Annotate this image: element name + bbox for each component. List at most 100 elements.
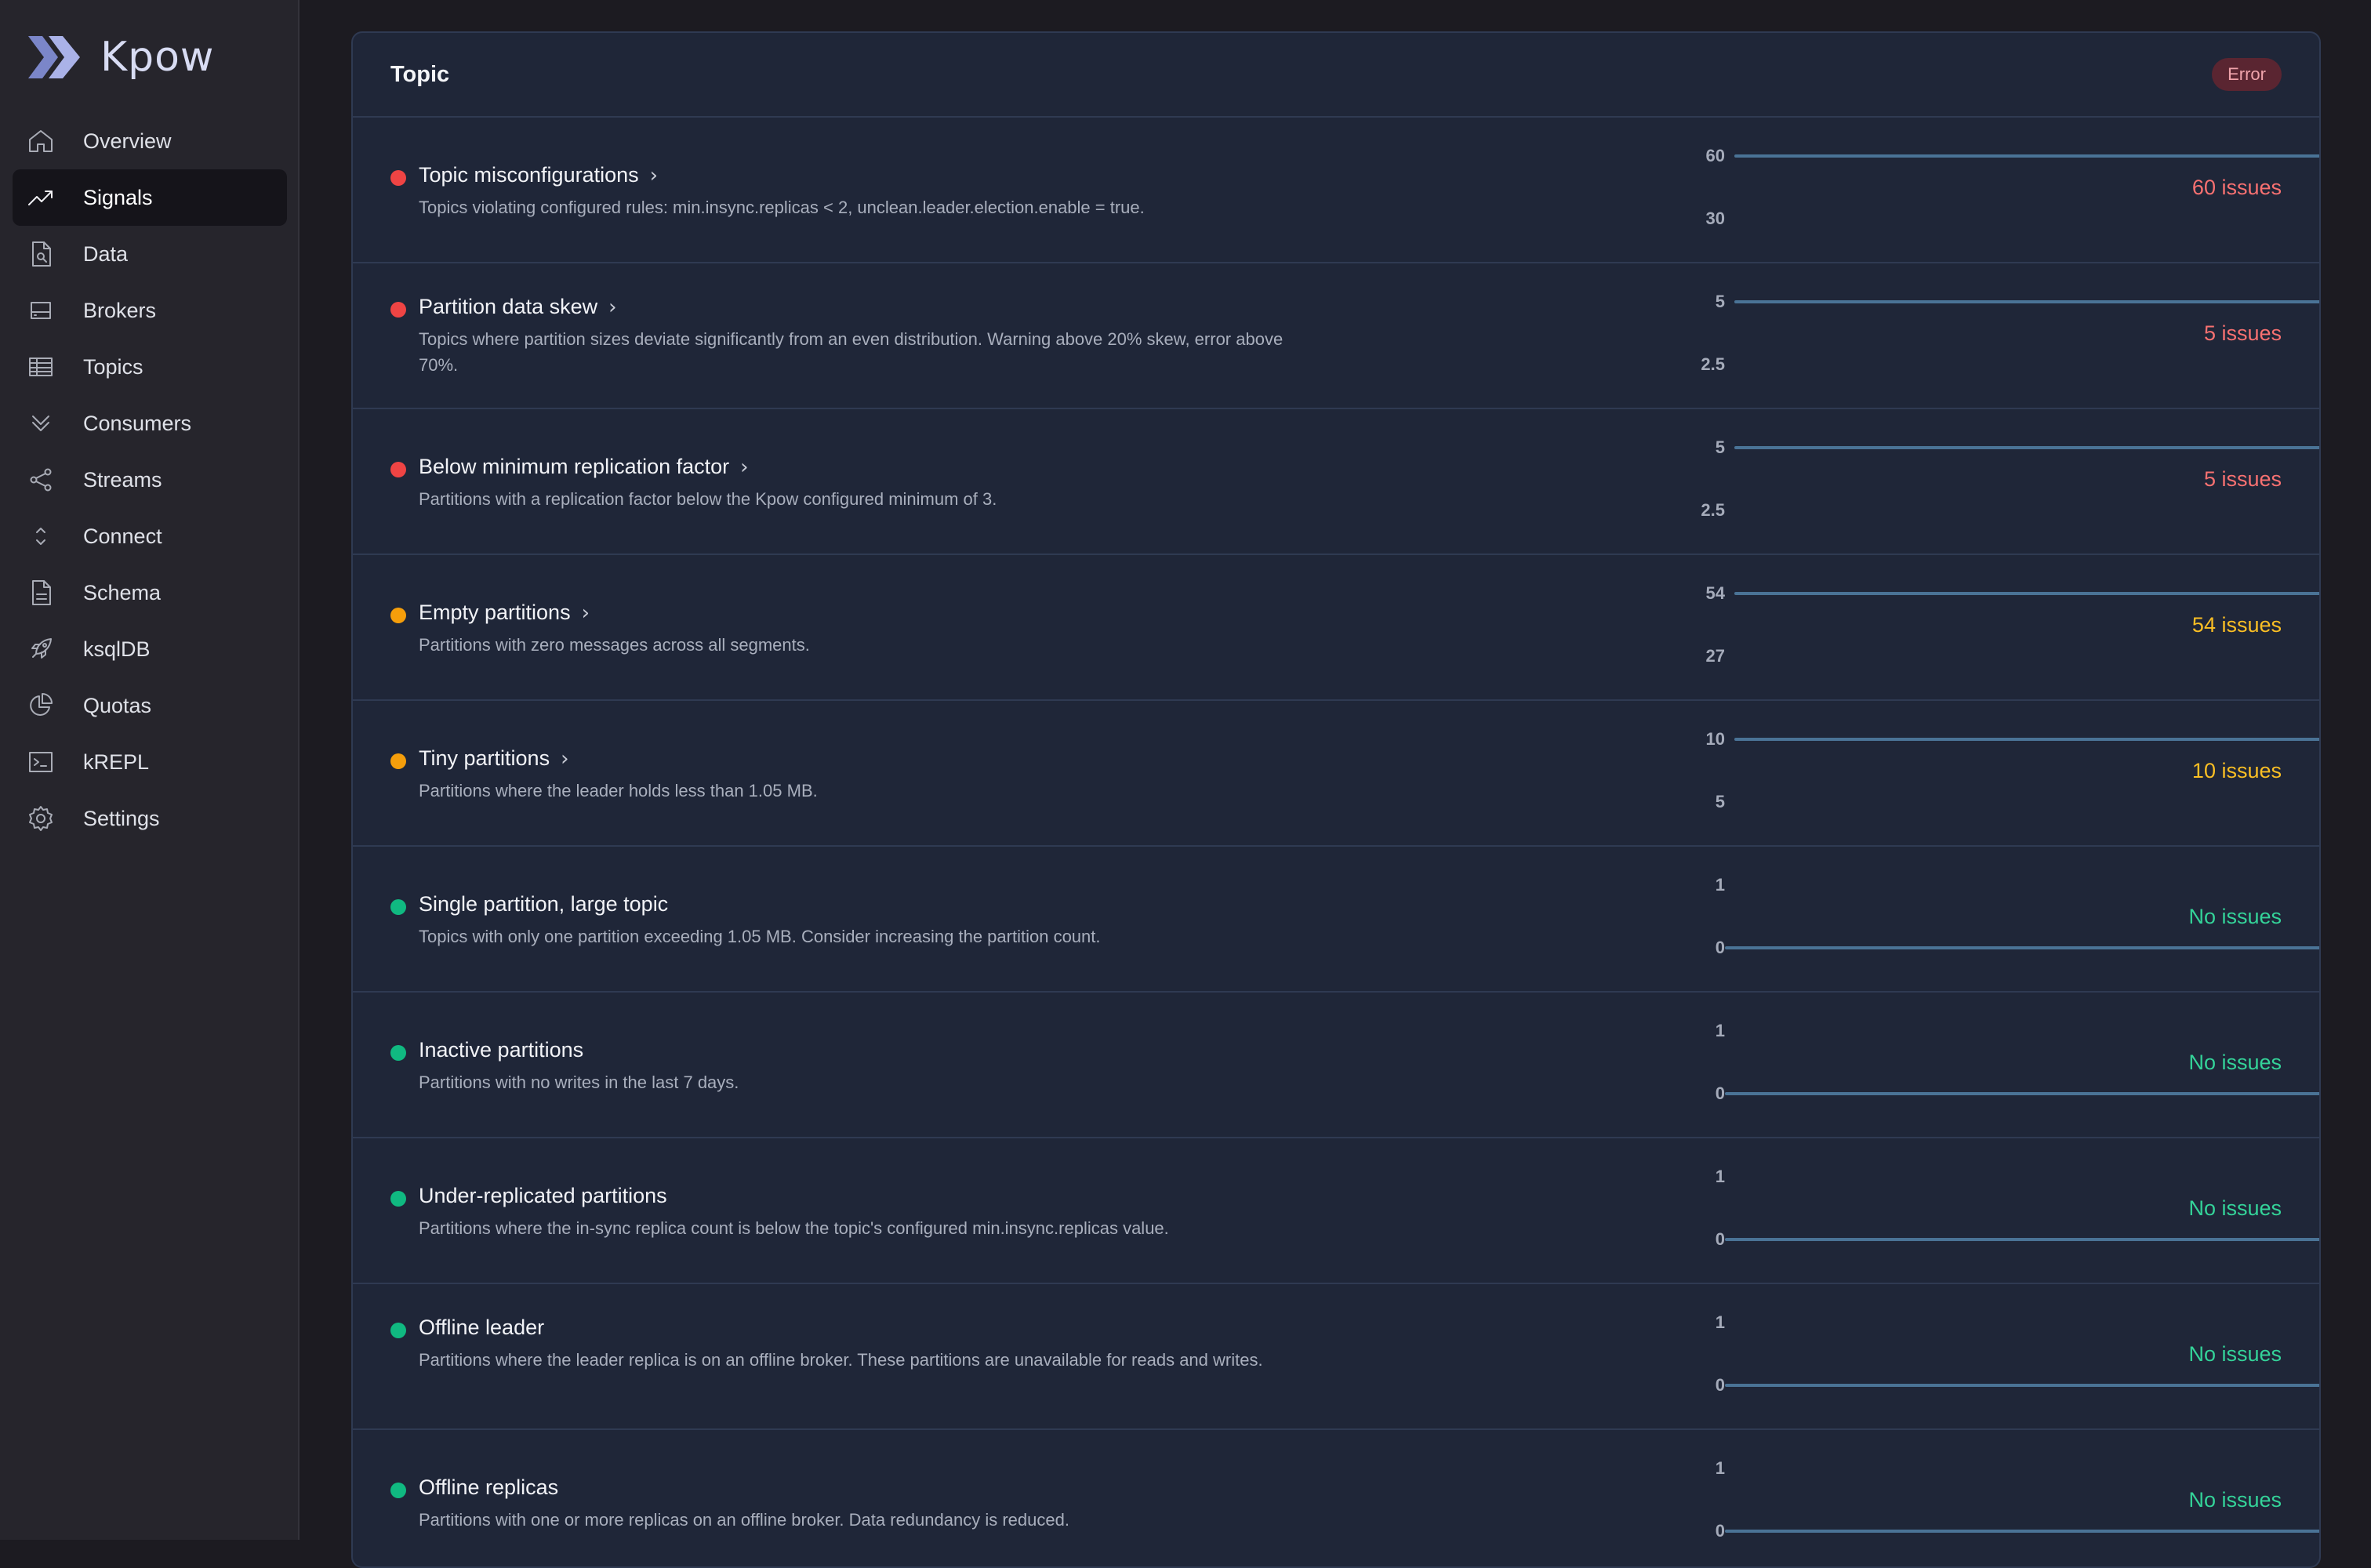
signal-description: Partitions with one or more replicas on … (419, 1510, 1069, 1530)
chevron-right-icon[interactable]: › (650, 164, 658, 187)
signal-row[interactable]: Topic misconfigurations › Topics violating… (353, 118, 2319, 263)
kpow-logo[interactable]: Kpow (25, 30, 214, 85)
chart-y-min-label: 0 (1715, 938, 1725, 957)
signal-title-text: Tiny partitions (419, 746, 550, 770)
severity-dot (390, 608, 406, 623)
sidebar-item-topics[interactable]: Topics (13, 339, 287, 395)
chart-series-line (1734, 738, 2319, 741)
issue-count: No issues (2188, 1196, 2282, 1220)
terminal-icon (25, 746, 56, 778)
severity-dot (390, 1323, 406, 1338)
gear-icon (25, 803, 56, 834)
share-icon (25, 464, 56, 495)
signal-row: Offline replicas Partitions with one or m… (353, 1430, 2319, 1566)
sidebar-item-overview[interactable]: Overview (13, 113, 287, 169)
sidebar-item-label: Consumers (83, 411, 192, 435)
chart-series-line (1734, 300, 2319, 303)
sidebar-item-label: Signals (83, 185, 153, 209)
chart-y-max-label: 5 (1715, 292, 1725, 311)
kpow-logo-icon (28, 36, 80, 78)
sidebar-item-data[interactable]: Data (13, 226, 287, 282)
signal-row: Under-replicated partitions Partitions wh… (353, 1138, 2319, 1284)
sidebar-item-label: Streams (83, 467, 162, 492)
server-icon (25, 295, 56, 326)
signal-title[interactable]: Topic misconfigurations › (419, 163, 658, 187)
chart-y-min-label: 0 (1715, 1083, 1725, 1103)
issue-count: 54 issues (2191, 613, 2282, 637)
issue-count: 5 issues (2203, 467, 2282, 491)
chart-y-min-label: 0 (1715, 1375, 1725, 1395)
sidebar-item-quotas[interactable]: Quotas (13, 677, 287, 734)
signal-title-text: Offline replicas (419, 1475, 559, 1499)
chevron-right-icon[interactable]: › (608, 296, 616, 319)
signal-row[interactable]: Partition data skew › Topics where partiti… (353, 263, 2319, 409)
signal-title-text: Topic misconfigurations (419, 163, 639, 187)
signal-description: Partitions where the leader holds less t… (419, 781, 818, 800)
chart-y-max-label: 60 (1705, 146, 1725, 165)
signal-row[interactable]: Below minimum replication factor › Partiti… (353, 409, 2319, 555)
chart-y-min-label: 2.5 (1701, 500, 1725, 520)
chevron-right-icon[interactable]: › (582, 601, 590, 625)
severity-dot (390, 170, 406, 186)
chart-series-line (1734, 592, 2319, 595)
issue-count: 5 issues (2203, 321, 2282, 345)
signal-row[interactable]: Tiny partitions › Partitions where the lea… (353, 701, 2319, 847)
sidebar-item-connect[interactable]: Connect (13, 508, 287, 564)
chart-y-min-label: 2.5 (1701, 354, 1725, 374)
issue-count: No issues (2188, 1488, 2282, 1512)
sidebar-item-consumers[interactable]: Consumers (13, 395, 287, 452)
table-icon (25, 351, 56, 383)
signal-title[interactable]: Partition data skew › (419, 295, 617, 319)
sidebar-item-label: Overview (83, 129, 172, 153)
chevron-right-icon[interactable]: › (561, 747, 568, 771)
signal-description: Topics violating configured rules: min.i… (419, 198, 1145, 217)
chart-y-max-label: 1 (1715, 1021, 1725, 1040)
status-badge: Error (2212, 58, 2282, 91)
signal-row[interactable]: Empty partitions › Partitions with zero me… (353, 555, 2319, 701)
severity-dot (390, 1191, 406, 1207)
sidebar-item-krepl[interactable]: kREPL (13, 734, 287, 790)
signal-title: Single partition, large topic (419, 892, 668, 916)
chart-y-max-label: 54 (1705, 583, 1725, 603)
signal-title-text: Partition data skew (419, 295, 598, 318)
sidebar-item-label: Schema (83, 580, 162, 604)
signal-description: Topics where partition sizes deviate sig… (419, 329, 1284, 375)
chart-y-max-label: 10 (1705, 729, 1725, 749)
chart-y-max-label: 1 (1715, 1458, 1725, 1478)
sidebar-item-streams[interactable]: Streams (13, 452, 287, 508)
chevron-right-icon[interactable]: › (740, 456, 748, 479)
signal-title[interactable]: Tiny partitions › (419, 746, 568, 771)
signal-description: Partitions with a replication factor bel… (419, 489, 997, 509)
signal-title[interactable]: Below minimum replication factor › (419, 455, 749, 479)
severity-dot (390, 462, 406, 477)
signal-title-text: Inactive partitions (419, 1038, 584, 1062)
chart-series-line (1725, 1530, 2319, 1533)
sidebar-item-ksqldb[interactable]: ksqlDB (13, 621, 287, 677)
signal-row: Offline leader Partitions where the leade… (353, 1284, 2319, 1430)
issue-count: No issues (2188, 905, 2282, 928)
chart-series-line (1725, 1092, 2319, 1095)
severity-dot (390, 753, 406, 769)
sidebar-item-label: Data (83, 241, 129, 266)
sidebar-item-label: Quotas (83, 693, 152, 717)
signal-title[interactable]: Empty partitions › (419, 601, 590, 625)
chart-y-max-label: 1 (1715, 875, 1725, 895)
signal-title-text: Empty partitions (419, 601, 571, 624)
severity-dot (390, 302, 406, 318)
signal-row: Inactive partitions Partitions with no wr… (353, 993, 2319, 1138)
signal-title-text: Below minimum replication factor (419, 455, 730, 478)
sidebar-item-settings[interactable]: Settings (13, 790, 287, 847)
chart-y-min-label: 0 (1715, 1229, 1725, 1249)
chart-series-line (1725, 946, 2319, 949)
signal-title: Offline replicas (419, 1475, 558, 1500)
chart-y-max-label: 1 (1715, 1312, 1725, 1332)
sidebar-item-schema[interactable]: Schema (13, 564, 287, 621)
sidebar-item-signals[interactable]: Signals (13, 169, 287, 226)
chart-y-min-label: 30 (1705, 209, 1725, 228)
panel-header: Topic Error (353, 33, 2319, 118)
chart-y-max-label: 1 (1715, 1167, 1725, 1186)
sidebar-item-label: Settings (83, 806, 160, 830)
signal-row: Single partition, large topic Topics with… (353, 847, 2319, 993)
sidebar-item-brokers[interactable]: Brokers (13, 282, 287, 339)
severity-dot (390, 1483, 406, 1498)
